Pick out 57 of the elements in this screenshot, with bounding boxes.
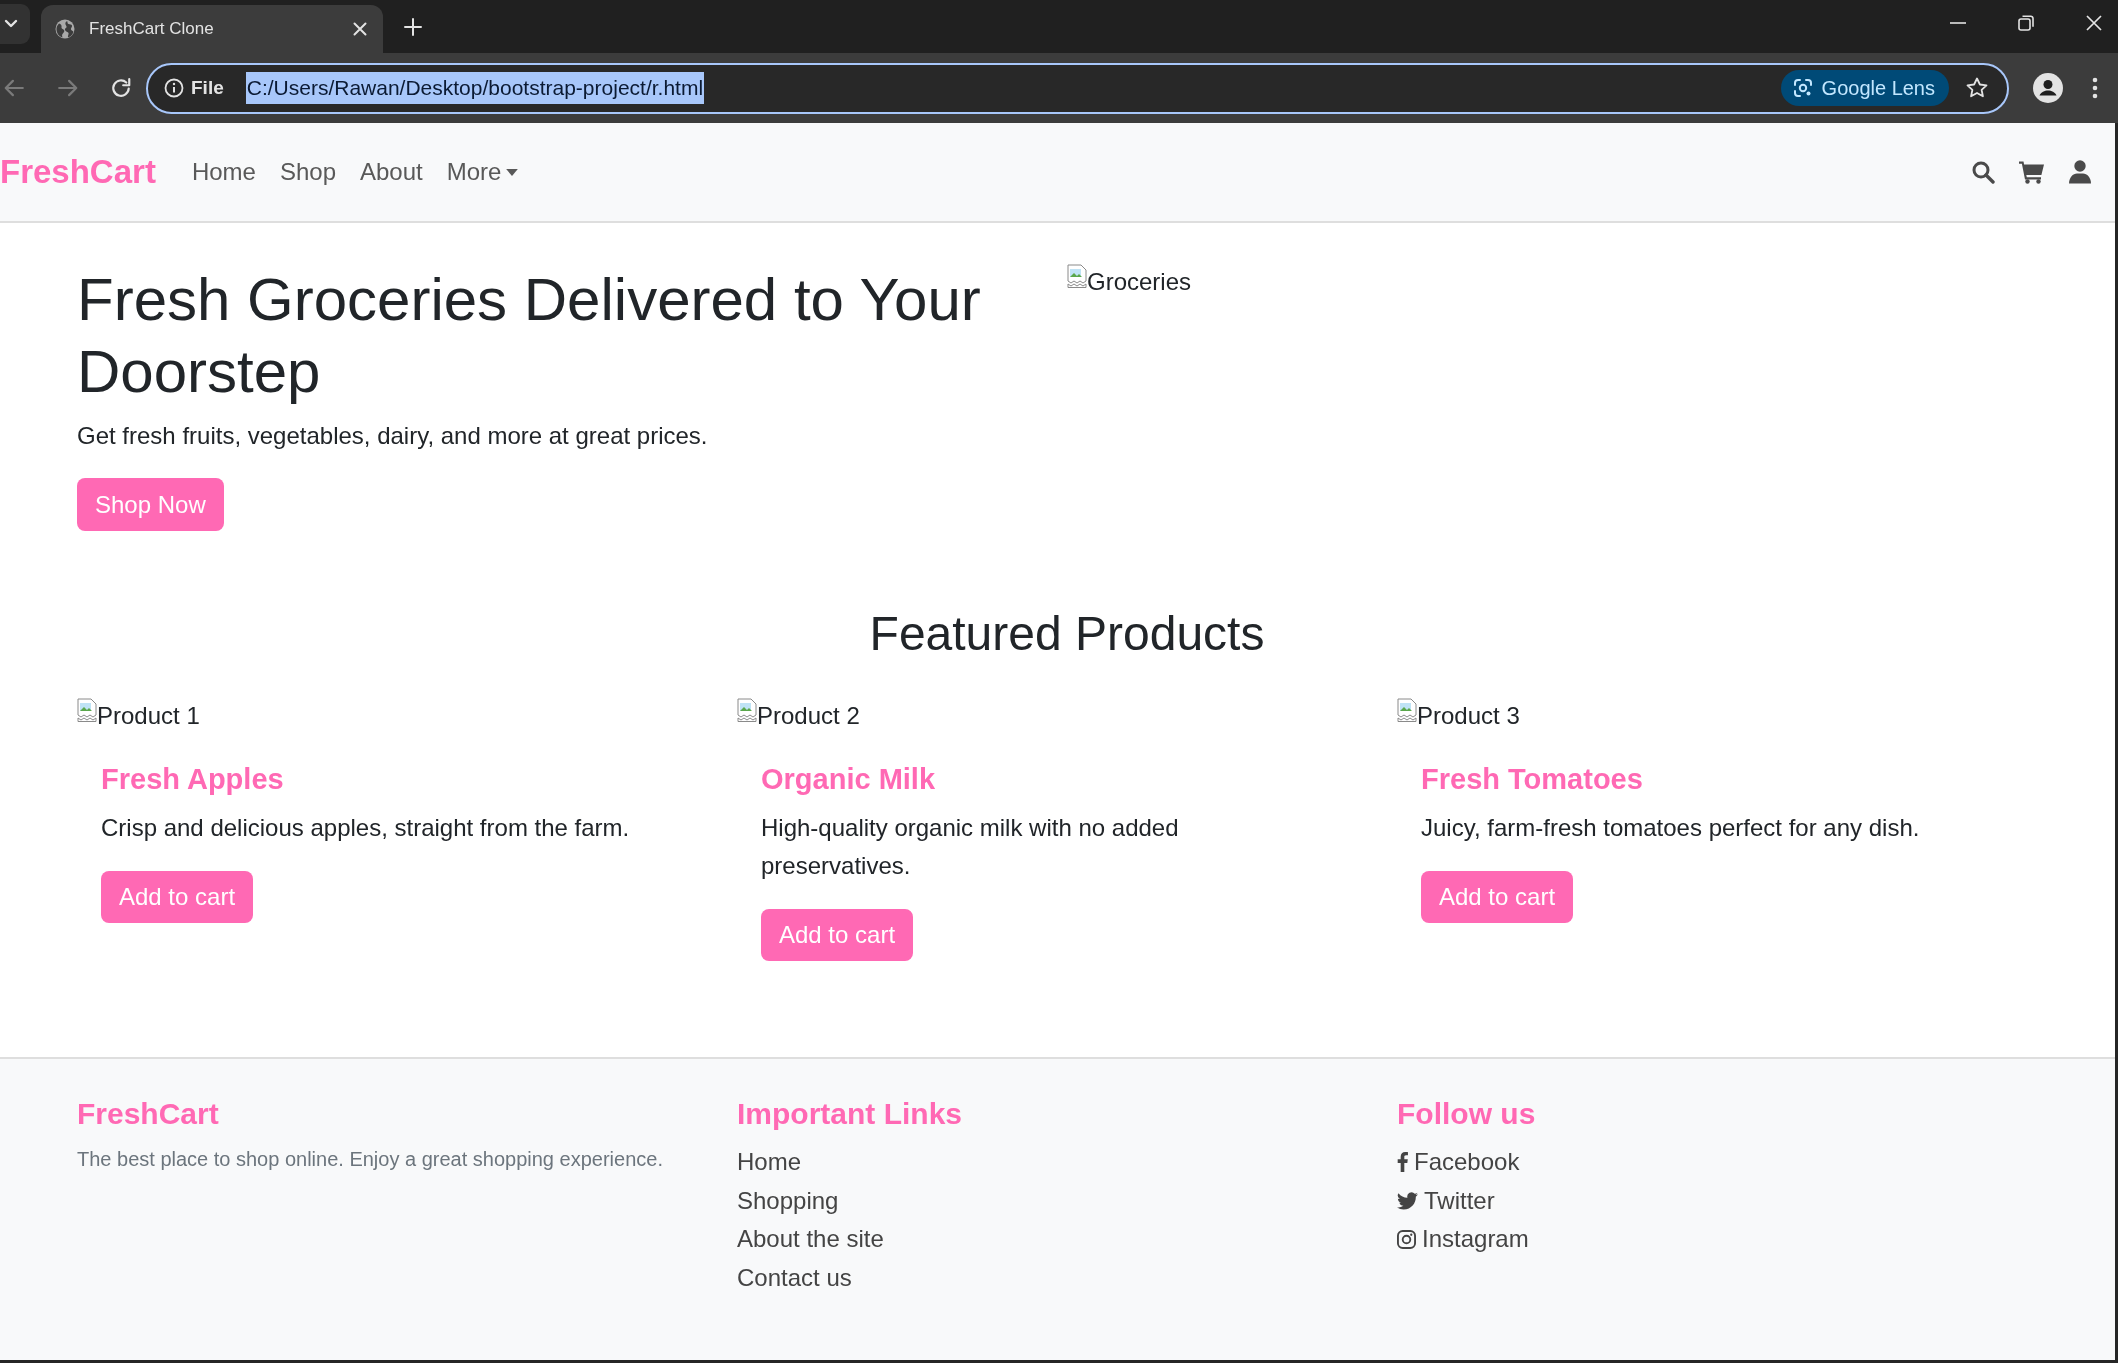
social-link[interactable]: Twitter [1397, 1181, 1495, 1220]
info-icon[interactable] [164, 78, 184, 98]
footer-heading: Follow us [1397, 1096, 1537, 1132]
footer-heading: Important Links [737, 1096, 963, 1132]
product-description: High-quality organic milk with no added preservatives. [761, 813, 1180, 881]
site-info-label[interactable]: File [191, 77, 224, 99]
footer-heading: FreshCart [77, 1096, 220, 1132]
cart-icon[interactable] [2019, 160, 2045, 184]
footer-text: The best place to shop online. Enjoy a great shopping experience. [77, 1147, 664, 1172]
footer-link[interactable]: About the site [737, 1220, 884, 1259]
nav-link[interactable]: More [446, 158, 519, 186]
twitter-bird-icon [1397, 1191, 1418, 1210]
footer-link[interactable]: Shopping [737, 1181, 839, 1220]
lens-icon [1792, 78, 1813, 98]
product-description: Juicy, farm-fresh tomatoes perfect for any dish. [1421, 813, 1921, 843]
product-title: Fresh Tomatoes [1421, 762, 1644, 797]
section-heading: Featured Products [868, 606, 1266, 662]
facebook-icon [1397, 1152, 1408, 1173]
social-link[interactable]: Instagram [1397, 1220, 1529, 1259]
image-alt-text: Product 2 [757, 701, 860, 731]
broken-image-icon [737, 698, 757, 722]
url-text[interactable]: C:/Users/Rawan/Desktop/bootstrap-project/r.html [245, 72, 705, 104]
footer-link[interactable]: Home [737, 1143, 802, 1182]
browser-tab[interactable]: FreshCart Clone [41, 5, 383, 53]
user-icon[interactable] [2069, 160, 2091, 184]
address-bar[interactable]: File C:/Users/Rawan/Desktop/bootstrap-project/r.html Google Lens [146, 62, 2009, 114]
minimize-icon[interactable] [1950, 21, 1966, 24]
close-icon[interactable] [353, 22, 367, 36]
product-description: Crisp and delicious apples, straight from the farm. [101, 813, 631, 843]
google-lens-button[interactable]: Google Lens [1780, 70, 1949, 106]
nav-link[interactable]: About [360, 158, 423, 186]
reload-icon[interactable] [110, 77, 132, 99]
broken-image-icon [77, 698, 97, 722]
plus-icon[interactable] [404, 18, 422, 36]
avatar-icon[interactable] [2033, 73, 2063, 103]
image-alt-text: Product 1 [97, 701, 200, 731]
broken-image-icon [1397, 698, 1417, 722]
footer-link[interactable]: Contact us [737, 1258, 852, 1297]
image-alt-text: Product 3 [1417, 701, 1520, 731]
image-alt-text: Groceries [1087, 267, 1192, 297]
social-link[interactable]: Facebook [1397, 1143, 1520, 1182]
instagram-icon [1397, 1229, 1416, 1249]
star-icon[interactable] [1965, 76, 1989, 100]
product-title: Fresh Apples [101, 762, 285, 797]
globe-icon [55, 19, 75, 39]
close-icon[interactable] [2086, 14, 2102, 31]
product-title: Organic Milk [761, 762, 937, 797]
hero-heading: Fresh Groceries Delivered to Your Doorstep [77, 265, 982, 407]
caret-down-icon [506, 168, 519, 176]
chevron-down-icon[interactable] [0, 4, 30, 44]
nav-link[interactable]: Shop [279, 158, 336, 186]
search-icon[interactable] [1971, 160, 1995, 184]
hero-text: Get fresh fruits, vegetables, dairy, and more at great prices. [77, 421, 709, 451]
broken-image-icon [1067, 264, 1087, 288]
menu-icon[interactable] [2092, 77, 2098, 99]
restore-icon[interactable] [2018, 14, 2034, 31]
nav-link[interactable]: Home [191, 158, 256, 186]
